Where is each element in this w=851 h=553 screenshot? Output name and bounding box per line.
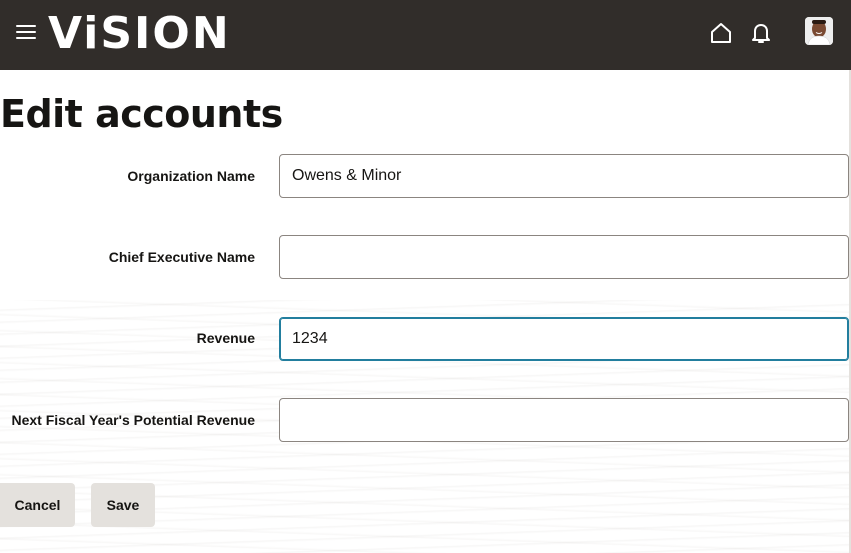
page: ViSION Edit accounts Organization Name O… <box>0 0 851 553</box>
app-header: ViSION <box>0 0 851 70</box>
organization-name-input[interactable] <box>279 154 849 198</box>
chief-executive-name-label: Chief Executive Name <box>108 249 255 265</box>
user-avatar[interactable] <box>805 17 833 45</box>
organization-name-label: Organization Name <box>127 168 255 184</box>
cancel-button[interactable]: Cancel <box>0 483 75 527</box>
revenue-input[interactable] <box>279 317 849 361</box>
save-button[interactable]: Save <box>91 483 155 527</box>
app-logo: ViSION <box>48 8 231 59</box>
hamburger-menu-icon[interactable] <box>14 22 38 42</box>
bell-icon[interactable] <box>748 20 774 46</box>
next-fiscal-year-revenue-label: Next Fiscal Year's Potential Revenue <box>11 412 255 428</box>
next-fiscal-year-revenue-input[interactable] <box>279 398 849 442</box>
revenue-label: Revenue <box>196 330 255 346</box>
home-icon[interactable] <box>708 20 734 46</box>
chief-executive-name-input[interactable] <box>279 235 849 279</box>
page-title: Edit accounts <box>0 92 283 136</box>
